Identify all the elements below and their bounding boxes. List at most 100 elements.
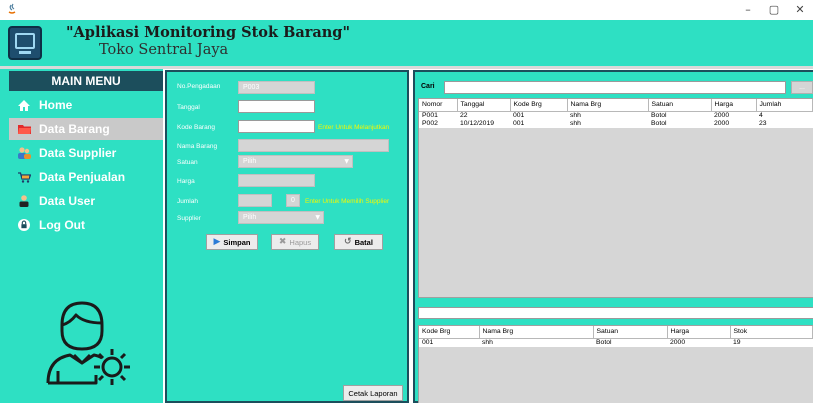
harga-label: Harga xyxy=(177,178,195,185)
pengadaan-form-panel: No.Pengadaan P003 Tanggal Kode Barang En… xyxy=(165,70,409,403)
chevron-down-icon: ▼ xyxy=(344,158,349,165)
sidebar-item-label: Data Barang xyxy=(39,122,110,136)
sidebar-item-data-barang[interactable]: Data Barang xyxy=(9,118,163,140)
refresh-icon: ↺ xyxy=(344,237,352,247)
table-cell: 001 xyxy=(419,338,479,347)
supplier-select-value: Pilih xyxy=(243,214,257,221)
sidebar-item-label: Data User xyxy=(39,194,96,208)
save-icon: ▶ xyxy=(213,237,221,247)
column-header[interactable]: Nama Brg xyxy=(479,326,594,339)
minimize-button[interactable]: – xyxy=(735,0,761,20)
jumlah-field xyxy=(238,194,272,207)
tanggal-label: Tanggal xyxy=(177,104,200,111)
batal-button-label: Batal xyxy=(354,237,373,247)
jumlah-hint: Enter Untuk Memilih Supplier xyxy=(305,198,390,205)
table-cell: P001 xyxy=(419,111,457,120)
table-cell: shh xyxy=(567,111,648,120)
people-icon xyxy=(9,147,39,159)
sidebar-item-data-supplier[interactable]: Data Supplier xyxy=(9,142,163,164)
user-settings-icon xyxy=(46,301,130,385)
harga-field xyxy=(238,174,315,187)
column-header[interactable]: Nama Brg xyxy=(567,99,649,112)
kode-barang-label: Kode Barang xyxy=(177,124,215,131)
table-row[interactable]: P002 10/12/2019 001 shh Botol 2000 23 xyxy=(419,119,813,128)
sidebar-item-label: Log Out xyxy=(39,218,85,232)
nama-barang-field xyxy=(238,139,389,152)
table-cell: 001 xyxy=(510,111,567,120)
column-header[interactable]: Jumlah xyxy=(756,99,813,112)
sidebar-item-label: Data Supplier xyxy=(39,146,117,160)
chevron-down-icon: ▼ xyxy=(315,214,320,221)
app-title: "Aplikasi Monitoring Stok Barang" xyxy=(66,24,350,41)
nama-barang-label: Nama Barang xyxy=(177,143,218,150)
sidebar-item-data-penjualan[interactable]: Data Penjualan xyxy=(9,166,163,188)
search-button[interactable]: ... xyxy=(791,81,813,94)
stok-search-input[interactable] xyxy=(418,307,813,319)
folder-icon xyxy=(9,124,39,134)
column-header[interactable]: Harga xyxy=(711,99,757,112)
menu-title: MAIN MENU xyxy=(9,71,163,91)
no-pengadaan-field: P003 xyxy=(238,81,315,94)
sidebar: MAIN MENU Home Data Barang Data Supplier… xyxy=(0,69,163,403)
cetak-laporan-button[interactable]: Cetak Laporan xyxy=(343,385,403,401)
kode-barang-field[interactable] xyxy=(238,120,315,133)
table-header-row: Nomor Tanggal Kode Brg Nama Brg Satuan H… xyxy=(419,99,813,112)
table-cell: 19 xyxy=(730,338,813,347)
table-cell: 10/12/2019 xyxy=(457,119,510,128)
simpan-button-label: Simpan xyxy=(223,237,251,247)
cetak-laporan-label: Cetak Laporan xyxy=(348,388,398,398)
table-cell: 4 xyxy=(756,111,813,120)
table-cell: shh xyxy=(567,119,648,128)
hapus-button: ✖ Hapus xyxy=(271,234,319,250)
sidebar-item-log-out[interactable]: Log Out xyxy=(9,214,163,236)
table-row[interactable]: P001 22 001 shh Botol 2000 4 xyxy=(419,111,813,120)
table-row[interactable]: 001 shh Botol 2000 19 xyxy=(419,338,813,347)
tanggal-field[interactable] xyxy=(238,100,315,113)
simpan-button[interactable]: ▶ Simpan xyxy=(206,234,258,250)
satuan-select: Pilih ▼ xyxy=(238,155,353,168)
app-subtitle: Toko Sentral Jaya xyxy=(99,42,229,58)
app-header: "Aplikasi Monitoring Stok Barang" Toko S… xyxy=(0,20,813,66)
sidebar-item-label: Home xyxy=(39,98,73,112)
column-header[interactable]: Satuan xyxy=(593,326,668,339)
column-header[interactable]: Kode Brg xyxy=(419,326,480,339)
java-icon xyxy=(8,3,16,14)
table-cell: 23 xyxy=(756,119,813,128)
table-cell: shh xyxy=(479,338,593,347)
supplier-select: Pilih ▼ xyxy=(238,211,324,224)
kode-barang-hint: Enter Untuk Melanjutkan xyxy=(318,124,390,131)
search-input[interactable] xyxy=(444,81,786,94)
jumlah-count-field: 0 xyxy=(286,194,300,207)
user-icon xyxy=(9,195,39,207)
column-header[interactable]: Stok xyxy=(730,326,813,339)
delete-icon: ✖ xyxy=(278,237,287,247)
table-cell: 2000 xyxy=(711,111,756,120)
pengadaan-table[interactable]: Nomor Tanggal Kode Brg Nama Brg Satuan H… xyxy=(418,98,813,298)
column-header[interactable]: Nomor xyxy=(419,99,458,112)
column-header[interactable]: Satuan xyxy=(648,99,712,112)
table-cell: 001 xyxy=(510,119,567,128)
supplier-label: Supplier xyxy=(177,215,201,222)
satuan-label: Satuan xyxy=(177,159,198,166)
satuan-select-value: Pilih xyxy=(243,158,257,165)
table-cell: Botol xyxy=(593,338,667,347)
no-pengadaan-label: No.Pengadaan xyxy=(177,83,221,90)
maximize-button[interactable]: ▢ xyxy=(761,0,787,20)
monitor-logo-icon xyxy=(8,26,42,60)
sidebar-item-data-user[interactable]: Data User xyxy=(9,190,163,212)
sidebar-item-home[interactable]: Home xyxy=(9,94,163,116)
table-cell: 22 xyxy=(457,111,510,120)
jumlah-label: Jumlah xyxy=(177,198,198,205)
batal-button[interactable]: ↺ Batal xyxy=(334,234,383,250)
table-cell: P002 xyxy=(419,119,457,128)
tables-panel: Cari ... Nomor Tanggal Kode Brg Nama Brg… xyxy=(413,70,813,403)
sidebar-item-label: Data Penjualan xyxy=(39,170,126,184)
column-header[interactable]: Kode Brg xyxy=(510,99,568,112)
column-header[interactable]: Harga xyxy=(667,326,731,339)
close-button[interactable]: ✕ xyxy=(787,0,813,20)
lock-icon xyxy=(9,219,39,231)
column-header[interactable]: Tanggal xyxy=(457,99,511,112)
stok-table[interactable]: Kode Brg Nama Brg Satuan Harga Stok 001 … xyxy=(418,325,813,403)
table-header-row: Kode Brg Nama Brg Satuan Harga Stok xyxy=(419,326,813,339)
search-label: Cari xyxy=(421,83,435,90)
